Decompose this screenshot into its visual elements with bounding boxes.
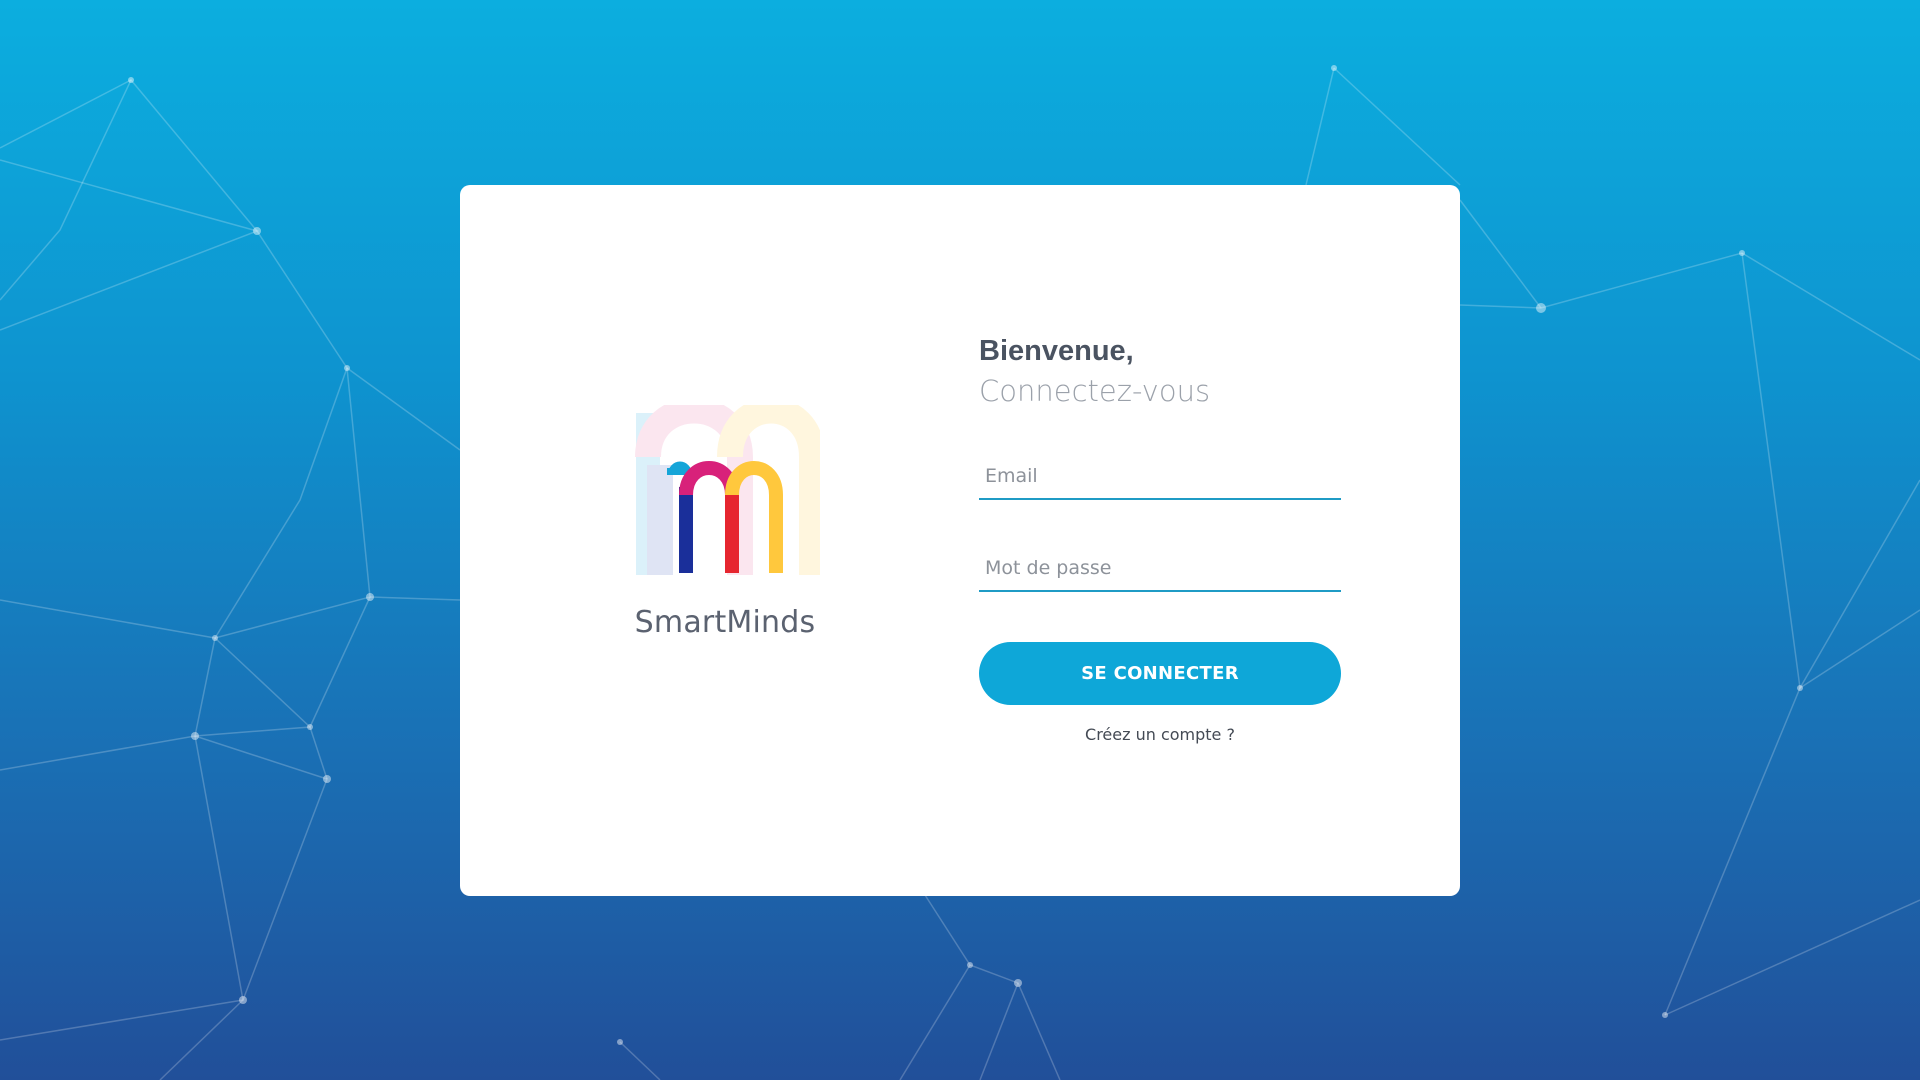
welcome-title: Bienvenue, — [979, 335, 1134, 367]
login-button[interactable]: SE CONNECTER — [979, 642, 1341, 705]
password-field-wrapper — [979, 546, 1341, 592]
email-field-wrapper — [979, 454, 1341, 500]
login-form: Bienvenue, Connectez-vous SE CONNECTER C… — [979, 335, 1341, 744]
smartminds-m-logo-icon — [635, 405, 820, 575]
brand-name: SmartMinds — [634, 605, 816, 640]
email-input[interactable] — [979, 454, 1341, 498]
create-account-link[interactable]: Créez un compte ? — [979, 725, 1341, 744]
brand-logo: SmartMinds — [610, 405, 840, 655]
welcome-subtitle: Connectez-vous — [979, 374, 1211, 408]
login-card: SmartMinds Bienvenue, Connectez-vous SE … — [460, 185, 1460, 896]
password-input[interactable] — [979, 546, 1341, 590]
